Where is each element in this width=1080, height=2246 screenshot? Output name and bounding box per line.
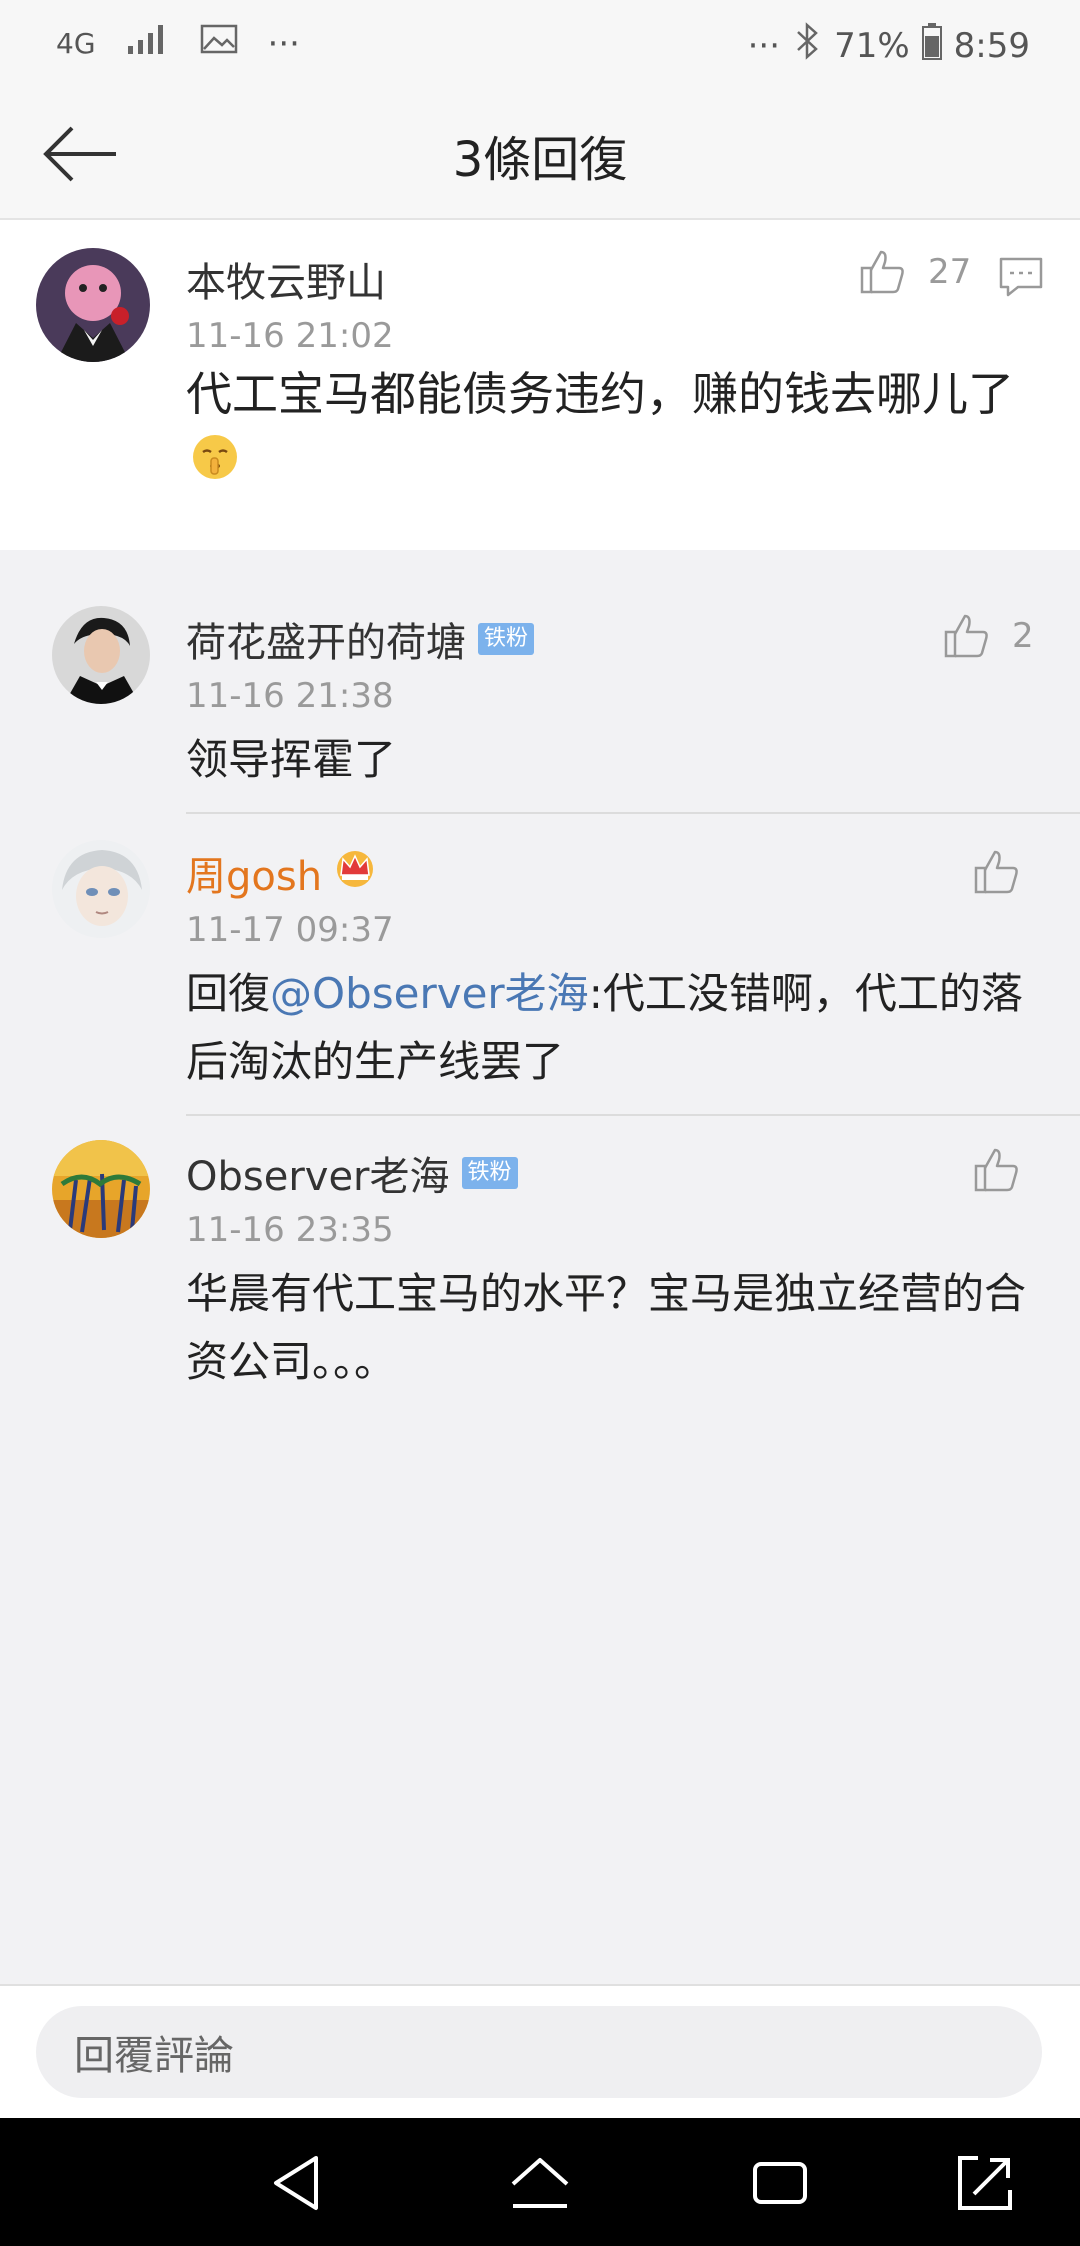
author-name-text: Observer老海 bbox=[186, 1154, 450, 1200]
gallery-icon bbox=[200, 23, 238, 64]
bluetooth-icon bbox=[792, 22, 822, 69]
author-name-text: 周gosh bbox=[186, 854, 323, 900]
like-count: 2 bbox=[1012, 616, 1034, 656]
comment-time: 11-16 21:38 bbox=[186, 676, 394, 716]
comment-time: 11-16 23:35 bbox=[186, 1210, 394, 1250]
nav-back-button[interactable] bbox=[262, 2148, 332, 2218]
avatar[interactable] bbox=[52, 1140, 150, 1238]
author-name[interactable]: 本牧云野山 bbox=[186, 250, 386, 308]
reply-item: 荷花盛开的荷塘 铁粉 11-16 21:38 领导挥霍了 2 bbox=[0, 580, 1080, 814]
crown-icon bbox=[332, 847, 378, 899]
nav-bar: 3條回復 bbox=[0, 90, 1080, 220]
like-button[interactable] bbox=[972, 1146, 1020, 1194]
expand-icon bbox=[958, 2156, 1012, 2210]
author-name-text: 荷花盛开的荷塘 bbox=[186, 620, 466, 666]
network-indicator: 4G bbox=[56, 27, 96, 60]
author-name[interactable]: 荷花盛开的荷塘 铁粉 bbox=[186, 610, 535, 668]
recents-icon bbox=[753, 2162, 807, 2204]
comment-icon bbox=[999, 257, 1043, 297]
fan-badge: 铁粉 bbox=[461, 1157, 518, 1189]
comment-text: 领导挥霍了 bbox=[186, 735, 397, 784]
like-button[interactable] bbox=[972, 848, 1020, 896]
comment-time: 11-16 21:02 bbox=[186, 316, 394, 356]
comment-time: 11-17 09:37 bbox=[186, 910, 394, 950]
like-count: 27 bbox=[928, 252, 972, 292]
thumbs-up-icon bbox=[860, 250, 904, 294]
signal-icon bbox=[126, 22, 170, 65]
nav-expand-button[interactable] bbox=[950, 2148, 1020, 2218]
triangle-back-icon bbox=[274, 2156, 318, 2210]
home-icon bbox=[511, 2158, 569, 2208]
comment-text: 回復@Observer老海:代工没错啊，代工的落后淘汰的生产线罢了 bbox=[186, 960, 1026, 1096]
thumbs-up-icon bbox=[944, 614, 988, 658]
status-right: ··· 71% 8:59 bbox=[748, 22, 1030, 69]
battery-icon bbox=[921, 22, 942, 69]
avatar[interactable] bbox=[36, 248, 150, 362]
status-bar: 4G ··· ··· 71% 8:59 bbox=[0, 0, 1080, 90]
avatar[interactable] bbox=[52, 606, 150, 704]
comment-text: 华晨有代工宝马的水平？宝马是独立经营的合资公司。。。 bbox=[186, 1269, 1027, 1386]
battery-percent: 71% bbox=[834, 25, 910, 66]
author-name[interactable]: Observer老海 铁粉 bbox=[186, 1144, 518, 1202]
status-left: 4G ··· bbox=[56, 22, 300, 65]
shushing-face-icon bbox=[190, 432, 240, 500]
like-button[interactable]: 2 bbox=[942, 612, 1034, 660]
reply-prefix: 回復 bbox=[186, 969, 271, 1018]
nav-home-button[interactable] bbox=[505, 2148, 575, 2218]
reply-bar: 回覆評論 bbox=[0, 1984, 1080, 2120]
status-more-right: ··· bbox=[747, 25, 781, 66]
comment-text: 代工宝马都能债务违约，赚的钱去哪儿了 bbox=[186, 360, 1026, 500]
clock: 8:59 bbox=[953, 25, 1030, 66]
status-more-left: ··· bbox=[267, 23, 300, 64]
system-nav-bar bbox=[0, 2118, 1080, 2246]
main-comment: 本牧云野山 11-16 21:02 代工宝马都能债务违约，赚的钱去哪儿了 27 bbox=[0, 220, 1080, 550]
comment-content: 代工宝马都能债务违约，赚的钱去哪儿了 bbox=[186, 367, 1014, 421]
avatar[interactable] bbox=[52, 840, 150, 938]
nav-recents-button[interactable] bbox=[745, 2148, 815, 2218]
fan-badge: 铁粉 bbox=[478, 623, 535, 655]
reply-comment-button[interactable] bbox=[998, 256, 1044, 302]
like-button[interactable]: 27 bbox=[858, 248, 971, 296]
reply-input[interactable]: 回覆評論 bbox=[36, 2006, 1042, 2098]
author-name[interactable]: 周gosh bbox=[186, 844, 378, 902]
thumbs-up-icon bbox=[974, 1148, 1018, 1192]
mention-link[interactable]: @Observer老海 bbox=[270, 969, 589, 1018]
reply-item: 周gosh 11-17 09:37 回復@Observer老海:代工没错啊，代工… bbox=[0, 814, 1080, 1116]
page-title: 3條回復 bbox=[452, 132, 628, 188]
thumbs-up-icon bbox=[974, 850, 1018, 894]
reply-item: Observer老海 铁粉 11-16 23:35 华晨有代工宝马的水平？宝马是… bbox=[0, 1116, 1080, 1416]
